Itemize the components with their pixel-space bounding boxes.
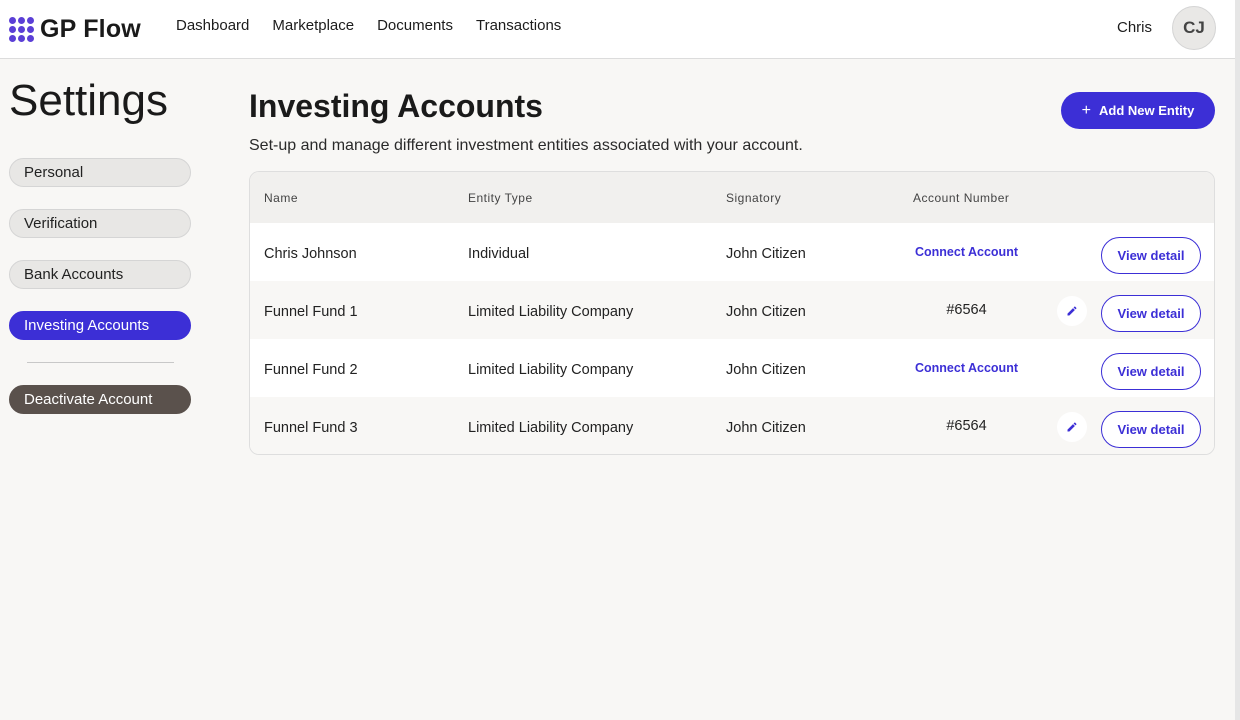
cell-signatory: John Citizen [726, 246, 806, 262]
deactivate-account-button[interactable]: Deactivate Account [9, 385, 191, 414]
view-detail-button[interactable]: View detail [1101, 353, 1201, 390]
pencil-icon [1067, 306, 1077, 316]
cell-account-number: #6564 [946, 302, 987, 318]
nav-item-dashboard[interactable]: Dashboard [176, 17, 249, 34]
cell-account-number: #6564 [946, 418, 987, 434]
sidebar-item-bank-accounts[interactable]: Bank Accounts [9, 260, 191, 289]
cell-signatory: John Citizen [726, 362, 806, 378]
edit-button[interactable] [1057, 296, 1087, 326]
nav-item-marketplace[interactable]: Marketplace [272, 17, 354, 34]
cell-entity-type: Limited Liability Company [468, 420, 634, 436]
investing-accounts-table: Name Entity Type Signatory Account Numbe… [249, 171, 1215, 455]
cell-signatory: John Citizen [726, 304, 806, 320]
user-name: Chris [1117, 19, 1153, 36]
cell-name: Chris Johnson [264, 246, 357, 262]
table-row: Funnel Fund 1 Limited Liability Company … [250, 281, 1214, 339]
nav-item-documents[interactable]: Documents [377, 17, 453, 34]
sidebar-item-personal[interactable]: Personal [9, 158, 191, 187]
cell-entity-type: Individual [468, 246, 530, 262]
add-new-entity-label: Add New Entity [1099, 103, 1195, 118]
cell-signatory: John Citizen [726, 420, 806, 436]
column-header-account-number: Account Number [913, 191, 1010, 205]
main-nav: Dashboard Marketplace Documents Transact… [176, 17, 584, 34]
add-new-entity-button[interactable]: + Add New Entity [1061, 92, 1215, 129]
dots-grid-icon [9, 16, 35, 43]
page-subtitle: Set-up and manage different investment e… [249, 137, 803, 154]
table-header: Name Entity Type Signatory Account Numbe… [250, 172, 1214, 223]
avatar[interactable]: CJ [1172, 6, 1216, 50]
nav-item-transactions[interactable]: Transactions [476, 17, 561, 34]
scrollbar[interactable] [1235, 0, 1240, 720]
cell-name: Funnel Fund 1 [264, 304, 358, 320]
top-navbar: GP Flow Dashboard Marketplace Documents … [0, 0, 1235, 59]
pencil-icon [1067, 422, 1077, 432]
cell-name: Funnel Fund 2 [264, 362, 358, 378]
table-row: Funnel Fund 2 Limited Liability Company … [250, 339, 1214, 397]
cell-name: Funnel Fund 3 [264, 420, 358, 436]
column-header-signatory: Signatory [726, 191, 782, 205]
cell-entity-type: Limited Liability Company [468, 362, 634, 378]
edit-button[interactable] [1057, 412, 1087, 442]
page-title: Investing Accounts [249, 88, 543, 124]
sidebar-divider [27, 362, 174, 363]
table-row: Chris Johnson Individual John Citizen Co… [250, 223, 1214, 281]
sidebar-item-investing-accounts[interactable]: Investing Accounts [9, 311, 191, 340]
app-root: GP Flow Dashboard Marketplace Documents … [0, 0, 1240, 720]
table-row: Funnel Fund 3 Limited Liability Company … [250, 397, 1214, 454]
sidebar-item-verification[interactable]: Verification [9, 209, 191, 238]
cell-entity-type: Limited Liability Company [468, 304, 634, 320]
connect-account-link[interactable]: Connect Account [904, 339, 1029, 397]
view-detail-button[interactable]: View detail [1101, 411, 1201, 448]
settings-title: Settings [9, 76, 168, 125]
brand-name: GP Flow [40, 15, 141, 43]
brand-logo[interactable]: GP Flow [9, 15, 141, 44]
plus-icon: + [1081, 101, 1091, 119]
view-detail-button[interactable]: View detail [1101, 237, 1201, 274]
column-header-name: Name [264, 191, 299, 205]
column-header-entity-type: Entity Type [468, 191, 533, 205]
connect-account-link[interactable]: Connect Account [904, 223, 1029, 281]
view-detail-button[interactable]: View detail [1101, 295, 1201, 332]
